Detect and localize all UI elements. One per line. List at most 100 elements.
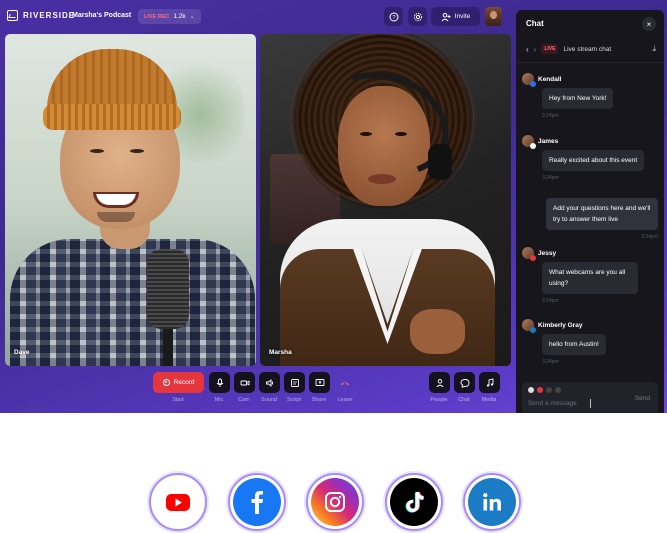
message-text: Hey from New York! [542, 88, 614, 109]
youtube-icon [166, 493, 190, 511]
eye [90, 149, 104, 153]
speaker-icon [265, 378, 273, 387]
phone-hangup-icon [340, 381, 349, 385]
tiktok-button[interactable] [385, 473, 443, 531]
message-text: hello from Austin! [542, 334, 606, 355]
media-button[interactable] [479, 372, 500, 393]
linkedin-icon [483, 493, 501, 511]
media-label: Media [481, 397, 497, 403]
mic-button[interactable] [209, 372, 230, 393]
script-button[interactable] [284, 372, 305, 393]
linkedin-badge [468, 478, 516, 526]
beard [97, 212, 135, 222]
avatar [522, 319, 536, 333]
record-button[interactable]: Record [153, 372, 204, 393]
live-status-pill[interactable]: LIVE REC 1.2k ⌄ [138, 9, 201, 24]
message-author: Kimberly Gray [538, 321, 583, 329]
live-tag: LIVE [541, 44, 559, 54]
shirt-plaid [10, 239, 255, 366]
avatar [522, 247, 536, 261]
message-time: 3:24pm [641, 234, 658, 240]
message-author: Jessy [538, 249, 557, 257]
message-text: Add your questions here and we'll try to… [546, 198, 658, 230]
chevron-right-icon[interactable]: › [534, 45, 537, 54]
chevron-left-icon[interactable]: ‹ [526, 45, 529, 54]
music-note-icon [486, 377, 493, 387]
send-button[interactable]: Send [635, 395, 650, 402]
people-button[interactable] [429, 372, 450, 393]
video-tile-marsha[interactable]: Marsha [260, 34, 511, 366]
close-icon: × [646, 19, 652, 29]
platform-badge-icon [530, 81, 536, 87]
sound-button[interactable] [259, 372, 280, 393]
tiktok-badge [390, 478, 438, 526]
tiktok-icon [405, 491, 424, 513]
chat-button[interactable] [454, 372, 475, 393]
linkedin-platform-icon[interactable] [555, 387, 561, 393]
chat-title: Chat [526, 19, 544, 28]
help-button[interactable]: ? [384, 7, 403, 26]
chat-bubble-icon [460, 378, 469, 388]
microphone-icon [216, 378, 223, 387]
close-button[interactable]: × [642, 17, 656, 31]
youtube-platform-icon[interactable] [537, 387, 543, 393]
facebook-badge [233, 478, 281, 526]
gear-icon [413, 12, 422, 21]
message-input[interactable]: Send a message [528, 400, 577, 407]
download-icon[interactable]: ⤓ [652, 44, 656, 54]
leave-button[interactable] [334, 372, 355, 393]
linkedin-button[interactable] [463, 473, 521, 531]
chat-input-box[interactable]: Send a message Send [522, 382, 658, 413]
chat-message: Jessy What webcams are you all using? 3:… [522, 247, 662, 304]
hand [410, 309, 465, 354]
participant-name-label: Marsha [269, 349, 292, 356]
text-caret [590, 399, 591, 408]
help-icon: ? [389, 12, 398, 21]
message-author: Kendall [538, 75, 562, 83]
chat-channel-label: Live stream chat [563, 45, 612, 53]
riverside-logo-icon [7, 10, 18, 21]
facebook-button[interactable] [228, 473, 286, 531]
message-time: 3:24pm [542, 113, 559, 119]
participant-name-label: Dave [14, 349, 30, 356]
instagram-button[interactable] [306, 473, 364, 531]
script-icon [290, 378, 299, 387]
share-button[interactable] [309, 372, 330, 393]
riverside-platform-icon[interactable] [528, 387, 534, 393]
avatar[interactable] [485, 7, 502, 26]
record-caption: Start [172, 397, 184, 403]
youtube-button[interactable] [149, 473, 207, 531]
avatar [522, 73, 536, 87]
chat-panel: Chat × ‹ › LIVE Live stream chat ⤓ Kenda… [516, 10, 664, 413]
share-screen-icon [315, 378, 324, 386]
chat-message: Kimberly Gray hello from Austin! 3:24pm [522, 319, 662, 365]
brand[interactable]: RIVERSIDE [7, 10, 75, 21]
message-time: 3:24pm [542, 175, 559, 181]
social-platforms-row [0, 473, 667, 531]
chevron-down-icon: ⌄ [189, 14, 195, 20]
invite-label: Invite [454, 13, 471, 20]
microphone [147, 249, 189, 329]
control-bar: Record Start Mic Cam Sound Script Share … [0, 372, 516, 413]
platform-badge-icon [530, 255, 536, 261]
brand-name: RIVERSIDE [23, 11, 76, 20]
record-icon [162, 379, 170, 386]
message-text: Really excited about this event [542, 150, 645, 171]
mic-stand [163, 329, 173, 366]
camera-icon [240, 379, 249, 386]
svg-text:?: ? [392, 15, 395, 21]
facebook-platform-icon[interactable] [546, 387, 552, 393]
youtube-badge [154, 478, 202, 526]
platform-badge-icon [530, 327, 536, 333]
eye [130, 149, 144, 153]
chat-channel-selector: ‹ › LIVE Live stream chat ⤓ [526, 42, 656, 56]
invite-button[interactable]: Invite [431, 7, 480, 26]
camera-button[interactable] [234, 372, 255, 393]
facebook-icon [251, 491, 263, 514]
video-tile-dave[interactable]: Dave [5, 34, 256, 366]
settings-button[interactable] [408, 7, 427, 26]
beanie-fold [43, 104, 181, 130]
record-label: Record [173, 379, 195, 386]
podcast-name: Marsha's Podcast [72, 12, 132, 19]
riverside-studio-window: RIVERSIDE Marsha's Podcast LIVE REC 1.2k… [0, 0, 667, 413]
